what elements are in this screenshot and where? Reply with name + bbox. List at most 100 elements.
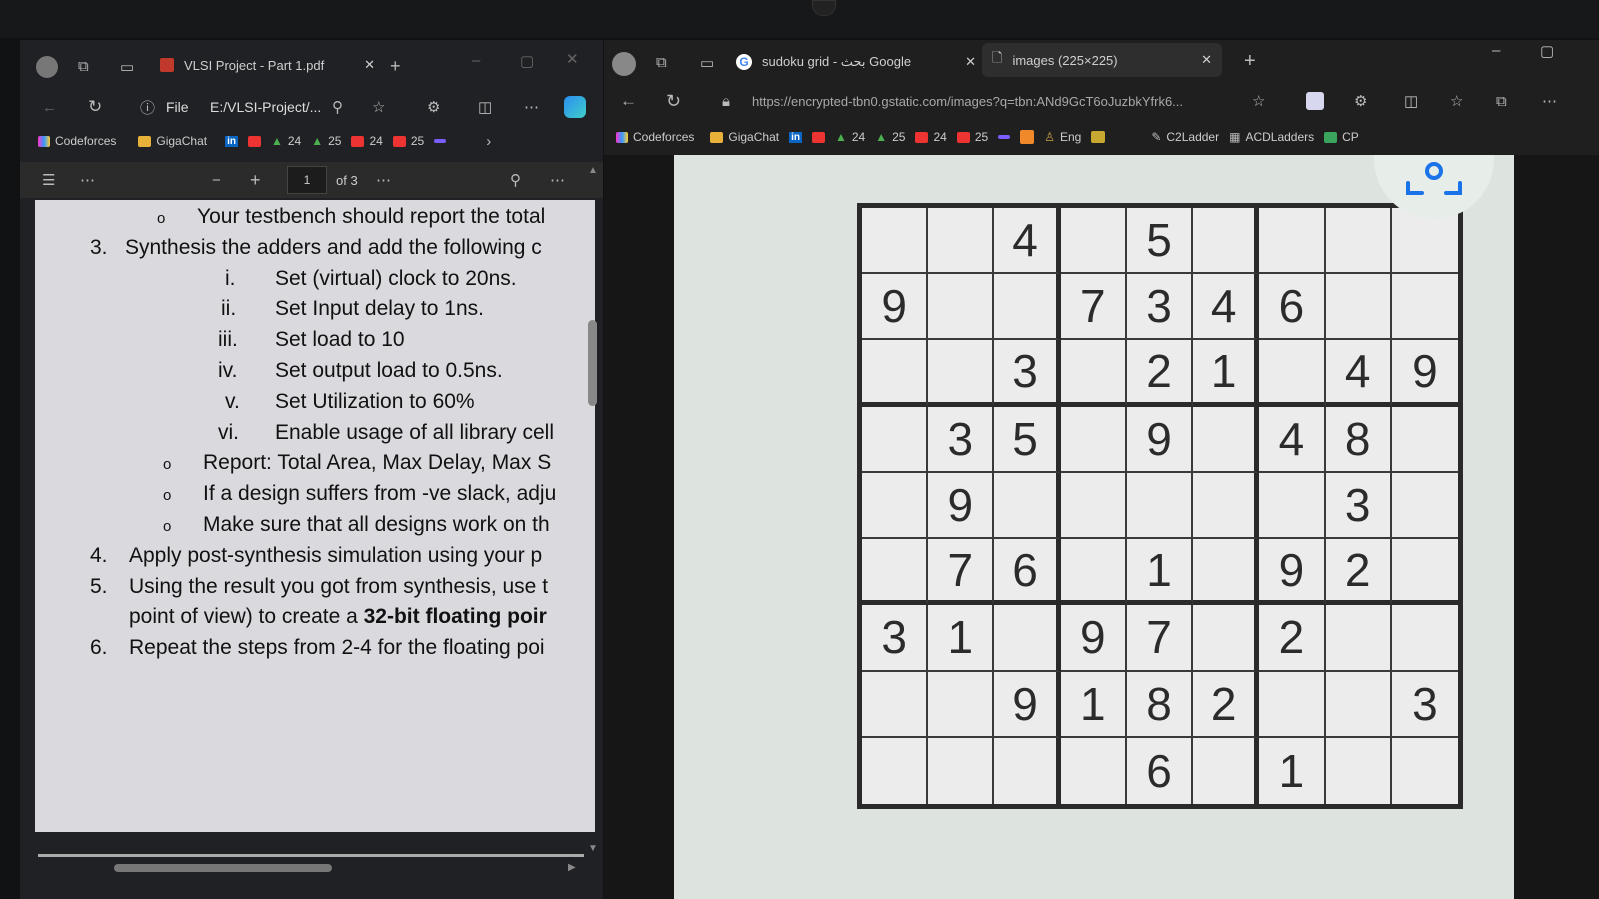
sudoku-cell: 8 <box>1126 671 1194 738</box>
zoom-in-icon[interactable]: + <box>250 170 261 191</box>
bookmark-drive-24[interactable]: ▲ 24 <box>835 130 865 144</box>
bookmark-codeforces[interactable]: Codeforces <box>616 130 694 144</box>
back-icon[interactable]: ← <box>42 99 57 116</box>
left-address-bar: ← ↻ ⓘ File E:/VLSI-Project/... ⚲ ☆ ⚙ ◫ ⋯ <box>20 90 603 124</box>
page-number-input[interactable]: 1 <box>287 166 327 194</box>
bookmark-icon[interactable] <box>1091 131 1106 143</box>
bookmark-youtube-25[interactable]: 25 <box>956 130 988 144</box>
more-icon[interactable]: ⋯ <box>550 171 565 189</box>
chevron-right-icon[interactable]: › <box>486 133 491 150</box>
extension-icon[interactable] <box>1306 92 1324 110</box>
sudoku-cell <box>1259 208 1326 275</box>
search-icon[interactable]: ⚲ <box>510 171 521 189</box>
pdf-line-text: Your testbench should report the total <box>197 205 545 229</box>
zoom-out-icon[interactable]: − <box>212 172 221 189</box>
sudoku-cell: 1 <box>1126 539 1194 606</box>
copilot-icon[interactable] <box>564 96 586 118</box>
refresh-icon[interactable]: ↻ <box>88 97 102 117</box>
bookmark-cp[interactable]: CP <box>1324 130 1359 144</box>
sudoku-cell <box>1391 407 1458 473</box>
bookmark-icon[interactable] <box>434 139 447 143</box>
bookmark-acdladders[interactable]: ▦ ACDLadders <box>1229 130 1314 144</box>
contents-icon[interactable]: ☰ <box>42 171 55 189</box>
more-icon[interactable]: ⋯ <box>80 171 95 189</box>
favorite-icon[interactable]: ☆ <box>372 98 385 116</box>
bookmark-youtube-24[interactable]: 24 <box>915 130 947 144</box>
person-icon: ♙ <box>1044 130 1055 144</box>
address-field[interactable]: E:/VLSI-Project/... <box>210 99 321 115</box>
maximize-icon[interactable]: ▢ <box>520 52 534 70</box>
close-icon[interactable]: ✕ <box>1201 52 1212 68</box>
scroll-thumb[interactable] <box>114 864 332 872</box>
collections-icon[interactable]: ⧉ <box>1496 93 1507 110</box>
bookmark-codeforces[interactable]: Codeforces <box>38 134 116 148</box>
sudoku-cell: 1 <box>1259 737 1326 804</box>
bookmark-drive-25[interactable]: ▲ 25 <box>875 130 905 144</box>
workspaces-icon[interactable]: ⧉ <box>656 54 667 71</box>
bookmark-gigachat[interactable]: GigaChat <box>138 134 207 148</box>
new-tab-icon[interactable]: + <box>390 56 401 77</box>
profile-icon[interactable] <box>612 52 636 76</box>
maximize-icon[interactable]: ▢ <box>1540 42 1554 60</box>
pdf-line-text: Set load to 10 <box>275 328 405 352</box>
workspaces-icon[interactable]: ⧉ <box>78 58 89 75</box>
sudoku-cell <box>1325 671 1392 738</box>
sudoku-cell: 2 <box>1126 340 1194 407</box>
tab-actions-icon[interactable]: ▭ <box>700 54 714 72</box>
new-tab-icon[interactable]: + <box>1244 50 1256 73</box>
tab-actions-icon[interactable]: ▭ <box>120 58 134 76</box>
more-icon[interactable]: ⋯ <box>376 171 391 189</box>
extensions-icon[interactable]: ⚙ <box>427 98 440 116</box>
bookmark-drive-24[interactable]: ▲ 24 <box>271 134 301 148</box>
left-tab-bar: ⧉ ▭ VLSI Project - Part 1.pdf ✕ + – ▢ ✕ <box>20 40 603 90</box>
pdf-vertical-scrollbar[interactable]: ▲ ▼ <box>586 165 600 855</box>
pdf-text: Set Input delay to 1ns. <box>275 297 484 321</box>
profile-icon[interactable] <box>36 56 58 78</box>
pdf-text: Repeat the steps from 2-4 for the floati… <box>129 636 545 660</box>
bookmark-linkedin[interactable]: in <box>225 135 238 147</box>
scroll-thumb[interactable] <box>588 320 597 406</box>
favorites-icon[interactable]: ☆ <box>1450 92 1463 110</box>
close-window-icon[interactable]: ✕ <box>566 50 579 68</box>
sudoku-cell <box>994 472 1061 540</box>
more-icon[interactable]: ⋯ <box>1542 92 1557 110</box>
sudoku-cell <box>1259 340 1326 407</box>
bookmark-youtube-24[interactable]: 24 <box>351 134 383 148</box>
bookmark-gigachat[interactable]: GigaChat <box>710 130 779 144</box>
bookmark-c2ladder[interactable]: ✎ C2Ladder <box>1151 130 1219 144</box>
favorite-icon[interactable]: ☆ <box>1252 92 1265 110</box>
bookmark-youtube-25[interactable]: 25 <box>392 134 424 148</box>
bookmark-youtube[interactable] <box>247 135 261 147</box>
bookmark-icon[interactable] <box>1020 130 1035 144</box>
close-icon[interactable]: ✕ <box>965 54 976 70</box>
sudoku-cell: 1 <box>1193 340 1260 407</box>
sudoku-cell: 9 <box>1391 340 1458 407</box>
url-field[interactable]: https://encrypted-tbn0.gstatic.com/image… <box>752 94 1242 109</box>
split-screen-icon[interactable]: ◫ <box>478 98 492 116</box>
sudoku-cell <box>1060 472 1127 540</box>
scroll-right-icon[interactable]: ▶ <box>568 862 576 873</box>
more-icon[interactable]: ⋯ <box>524 98 539 116</box>
sudoku-cell: 9 <box>928 472 995 540</box>
zoom-icon[interactable]: ⚲ <box>332 98 343 116</box>
bookmark-eng[interactable]: ♙ Eng <box>1044 130 1081 144</box>
bookmark-linkedin[interactable]: in <box>789 131 802 143</box>
refresh-icon[interactable]: ↻ <box>666 91 681 112</box>
pdf-line-text: Enable usage of all library cell <box>275 421 554 445</box>
tab-images[interactable]: 🗋 images (225×225) ✕ <box>982 43 1222 77</box>
codeforces-icon <box>38 135 50 147</box>
scroll-up-icon[interactable]: ▲ <box>588 165 598 176</box>
pdf-horizontal-scrollbar[interactable]: ▶ <box>38 852 593 882</box>
tab-sudoku-search[interactable]: G sudoku grid - بحث Google ✕ <box>736 45 976 79</box>
split-screen-icon[interactable]: ◫ <box>1404 92 1418 110</box>
back-icon[interactable]: ← <box>620 91 637 111</box>
bookmark-icon[interactable] <box>998 135 1011 139</box>
tab-pdf[interactable]: VLSI Project - Part 1.pdf ✕ <box>160 48 375 82</box>
close-icon[interactable]: ✕ <box>364 57 375 73</box>
minimize-icon[interactable]: – <box>1492 42 1500 59</box>
bookmark-youtube[interactable] <box>811 131 825 143</box>
bookmark-drive-25[interactable]: ▲ 25 <box>311 134 341 148</box>
minimize-icon[interactable]: – <box>472 52 480 69</box>
extensions-icon[interactable]: ⚙ <box>1354 92 1367 110</box>
info-icon[interactable]: ⓘ <box>140 97 155 118</box>
